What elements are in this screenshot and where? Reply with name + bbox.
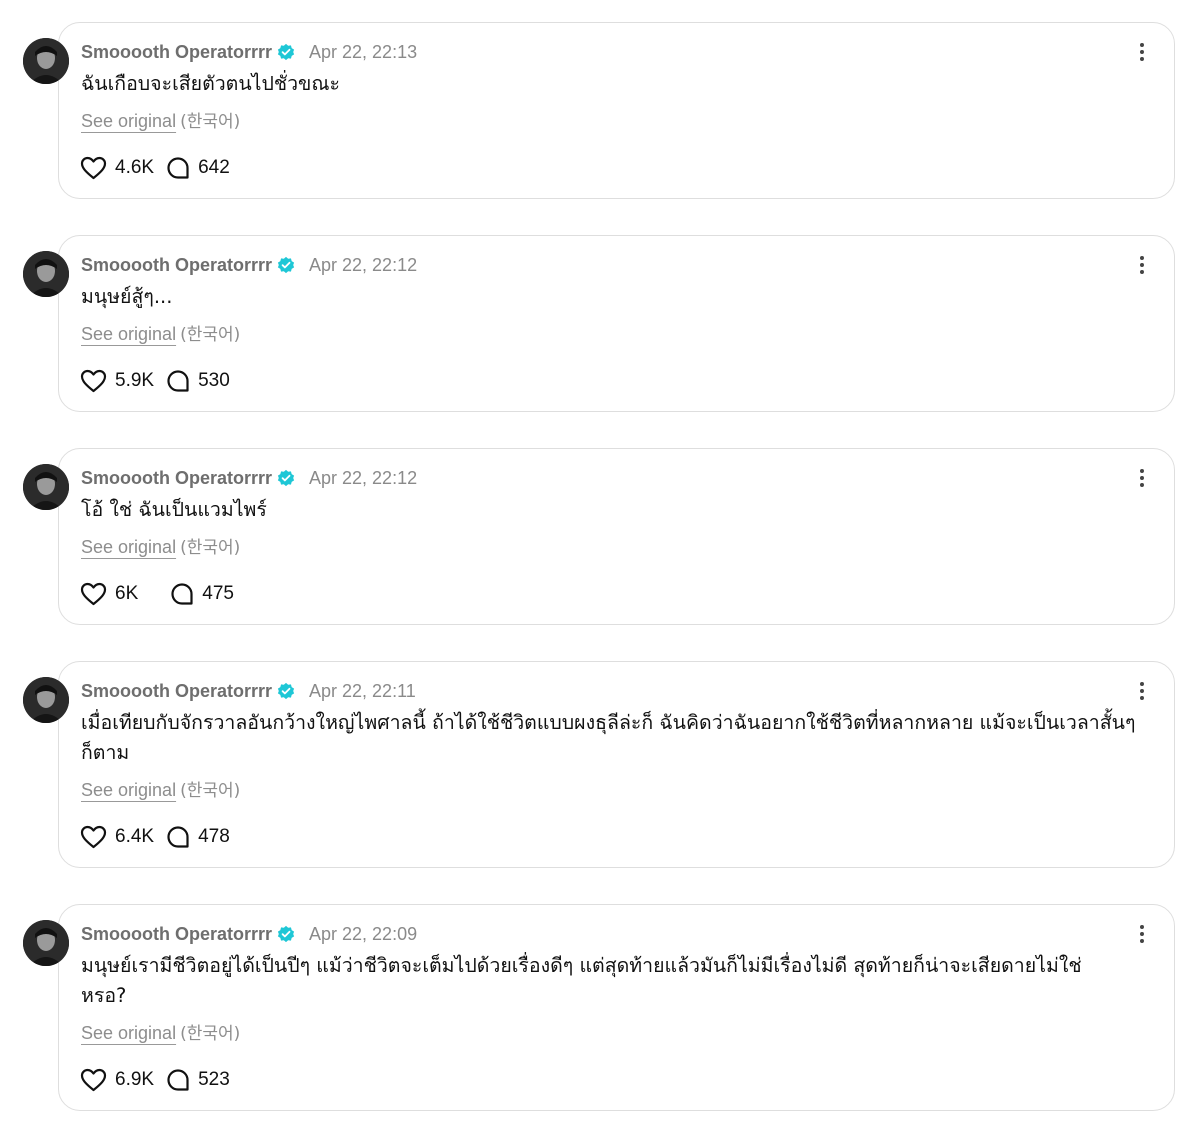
post-header: Smooooth Operatorrrr Apr 22, 22:12 xyxy=(81,253,417,277)
like-count: 6.9K xyxy=(115,1069,155,1090)
original-language: (한국어) xyxy=(180,781,241,801)
see-original-link[interactable]: See original xyxy=(81,780,176,800)
post-timestamp[interactable]: Apr 22, 22:12 xyxy=(309,468,417,489)
see-original: See original (한국어) xyxy=(81,107,240,132)
verified-badge-icon xyxy=(277,682,295,700)
post-timestamp[interactable]: Apr 22, 22:13 xyxy=(309,42,417,63)
original-language: (한국어) xyxy=(180,325,241,345)
avatar[interactable] xyxy=(23,251,69,297)
see-original-link[interactable]: See original xyxy=(81,324,176,344)
author-name[interactable]: Smooooth Operatorrrr xyxy=(81,255,272,276)
post-actions: 6K 475 xyxy=(80,580,234,608)
avatar[interactable] xyxy=(23,677,69,723)
see-original-link[interactable]: See original xyxy=(81,111,176,131)
reply-count: 478 xyxy=(198,826,230,847)
reply-count: 475 xyxy=(202,583,234,604)
see-original-link[interactable]: See original xyxy=(81,1023,176,1043)
post-header: Smooooth Operatorrrr Apr 22, 22:12 xyxy=(81,466,417,490)
post-text: มนุษย์เรามีชีวิตอยู่ได้เป็นปีๆ แม้ว่าชีว… xyxy=(81,954,1082,1007)
reply-button[interactable]: 523 xyxy=(166,1068,230,1092)
more-vertical-icon[interactable] xyxy=(1134,679,1150,703)
original-language: (한국어) xyxy=(180,1024,241,1044)
like-button[interactable]: 5.9K xyxy=(80,369,154,393)
author-name[interactable]: Smooooth Operatorrrr xyxy=(81,42,272,63)
post-actions: 5.9K 530 xyxy=(80,367,230,395)
like-count: 6K xyxy=(115,583,139,604)
heart-icon xyxy=(80,825,107,849)
comment-bubble-icon xyxy=(171,583,193,605)
like-count: 6.4K xyxy=(115,826,155,847)
author-name[interactable]: Smooooth Operatorrrr xyxy=(81,468,272,489)
original-language: (한국어) xyxy=(180,112,241,132)
see-original: See original (한국어) xyxy=(81,533,240,558)
more-vertical-icon[interactable] xyxy=(1134,466,1150,490)
post-actions: 6.9K 523 xyxy=(80,1066,230,1094)
more-vertical-icon[interactable] xyxy=(1134,40,1150,64)
heart-icon xyxy=(80,582,107,606)
post-header: Smooooth Operatorrrr Apr 22, 22:09 xyxy=(81,922,417,946)
comment-bubble-icon xyxy=(167,370,189,392)
verified-badge-icon xyxy=(277,43,295,61)
see-original-link[interactable]: See original xyxy=(81,537,176,557)
like-count: 5.9K xyxy=(115,370,155,391)
post-timestamp[interactable]: Apr 22, 22:09 xyxy=(309,924,417,945)
see-original: See original (한국어) xyxy=(81,1019,240,1044)
author-name[interactable]: Smooooth Operatorrrr xyxy=(81,681,272,702)
post-timestamp[interactable]: Apr 22, 22:11 xyxy=(309,681,416,702)
avatar[interactable] xyxy=(23,38,69,84)
comment-bubble-icon xyxy=(167,157,189,179)
reply-button[interactable]: 642 xyxy=(166,156,230,180)
heart-icon xyxy=(80,1068,107,1092)
author-name[interactable]: Smooooth Operatorrrr xyxy=(81,924,272,945)
heart-icon xyxy=(80,369,107,393)
avatar[interactable] xyxy=(23,920,69,966)
like-button[interactable]: 4.6K xyxy=(80,156,154,180)
post-text: โอ้ ใช่ ฉันเป็นแวมไพร์ xyxy=(81,498,267,521)
more-vertical-icon[interactable] xyxy=(1134,922,1150,946)
post-actions: 4.6K 642 xyxy=(80,154,230,182)
comment-bubble-icon xyxy=(167,1069,189,1091)
comment-bubble-icon xyxy=(167,826,189,848)
post-header: Smooooth Operatorrrr Apr 22, 22:13 xyxy=(81,40,417,64)
post-text: ฉันเกือบจะเสียตัวตนไปชั่วขณะ xyxy=(81,72,340,95)
reply-button[interactable]: 530 xyxy=(166,369,230,393)
heart-icon xyxy=(80,156,107,180)
like-button[interactable]: 6.4K xyxy=(80,825,154,849)
verified-badge-icon xyxy=(277,925,295,943)
verified-badge-icon xyxy=(277,256,295,274)
post-text: มนุษย์สู้ๆ... xyxy=(81,285,173,308)
original-language: (한국어) xyxy=(180,538,241,558)
post-header: Smooooth Operatorrrr Apr 22, 22:11 xyxy=(81,679,416,703)
like-button[interactable]: 6.9K xyxy=(80,1068,154,1092)
avatar[interactable] xyxy=(23,464,69,510)
reply-count: 530 xyxy=(198,370,230,391)
post-text: เมื่อเทียบกับจักรวาลอันกว้างใหญ่ไพศาลนี้… xyxy=(81,711,1136,764)
more-vertical-icon[interactable] xyxy=(1134,253,1150,277)
post-actions: 6.4K 478 xyxy=(80,823,230,851)
verified-badge-icon xyxy=(277,469,295,487)
see-original: See original (한국어) xyxy=(81,776,240,801)
reply-count: 642 xyxy=(198,157,230,178)
reply-button[interactable]: 475 xyxy=(170,582,234,606)
reply-button[interactable]: 478 xyxy=(166,825,230,849)
reply-count: 523 xyxy=(198,1069,230,1090)
post-timestamp[interactable]: Apr 22, 22:12 xyxy=(309,255,417,276)
like-count: 4.6K xyxy=(115,157,155,178)
see-original: See original (한국어) xyxy=(81,320,240,345)
like-button[interactable]: 6K xyxy=(80,582,138,606)
